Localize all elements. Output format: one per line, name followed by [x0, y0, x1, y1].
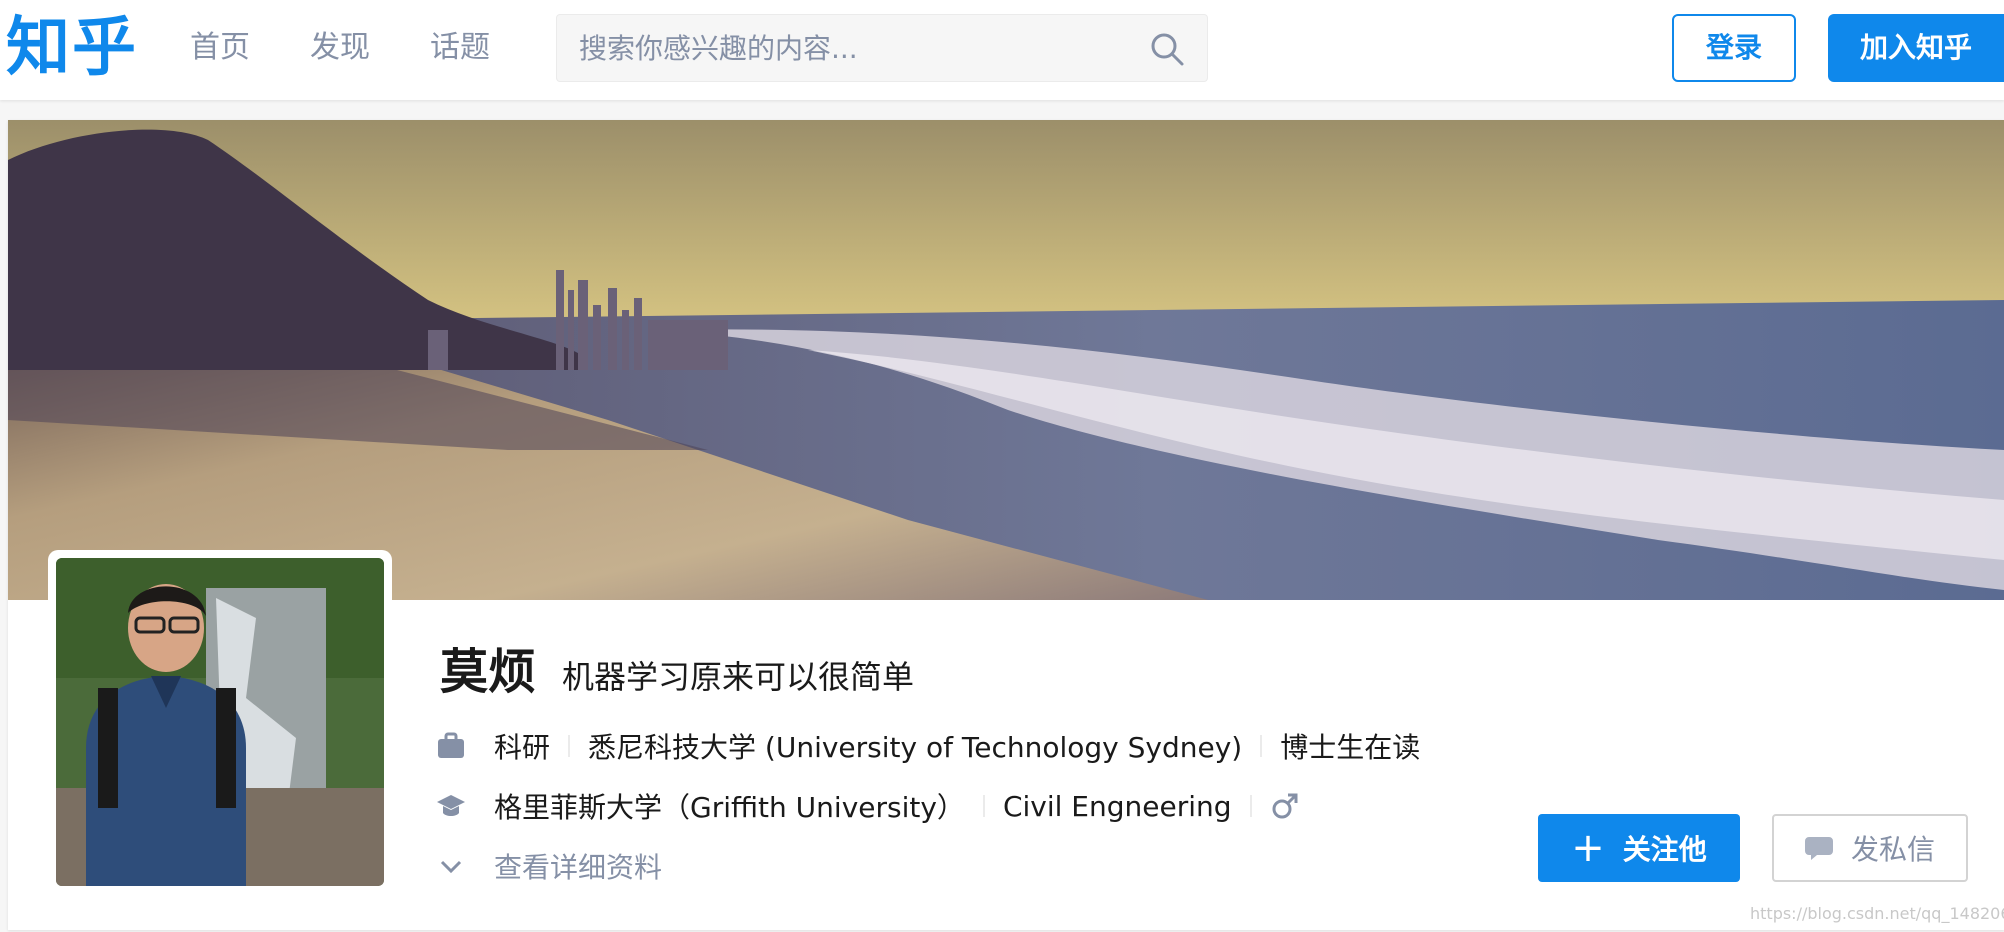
school-text: 格里菲斯大学（Griffith University） [494, 791, 965, 824]
user-name: 莫烦 [440, 644, 537, 700]
divider [1249, 795, 1252, 817]
search-input[interactable] [579, 25, 1139, 71]
briefcase-icon [438, 732, 464, 758]
company-text: 悉尼科技大学 (University of Technology Sydney) [588, 731, 1243, 764]
work-info: 科研 悉尼科技大学 (University of Technology Sydn… [436, 726, 1420, 766]
divider [568, 735, 571, 757]
male-icon [1272, 793, 1298, 819]
education-info: 格里菲斯大学（Griffith University） Civil Engnee… [436, 786, 1300, 826]
nav-item-topics[interactable]: 话题 [430, 28, 490, 68]
follow-button[interactable]: + 关注他 [1538, 814, 1740, 882]
view-details-label: 查看详细资料 [494, 851, 663, 884]
nav-item-explore[interactable]: 发现 [310, 28, 370, 68]
main-nav: 首页 发现 话题 [190, 28, 490, 68]
join-zhihu-button[interactable]: 加入知乎 [1828, 14, 2004, 82]
view-details-link[interactable]: 查看详细资料 [436, 846, 662, 886]
login-button[interactable]: 登录 [1672, 14, 1796, 82]
search-box [556, 14, 1208, 82]
divider [982, 795, 985, 817]
plus-icon: + [1571, 825, 1605, 871]
chevron-down-icon [440, 860, 462, 874]
industry-text: 科研 [494, 731, 551, 764]
top-header: 知乎 首页 发现 话题 登录 加入知乎 [0, 0, 2004, 100]
watermark-text: https://blog.csdn.net/qq_14820609 [1750, 904, 2004, 923]
zhihu-logo[interactable]: 知乎 [6, 10, 138, 86]
search-icon[interactable] [1149, 31, 1185, 67]
send-message-button[interactable]: 发私信 [1772, 814, 1968, 882]
follow-label: 关注他 [1622, 833, 1707, 866]
divider [1260, 735, 1263, 757]
graduation-cap-icon [437, 795, 465, 816]
major-text: Civil Engneering [1002, 789, 1232, 823]
nav-item-home[interactable]: 首页 [190, 28, 250, 68]
user-headline: 机器学习原来可以很简单 [562, 658, 915, 696]
cover-image [8, 120, 2004, 600]
send-message-label: 发私信 [1850, 833, 1935, 866]
chat-bubble-icon [1804, 837, 1833, 860]
position-text: 博士生在读 [1280, 731, 1421, 764]
profile-heading: 莫烦 机器学习原来可以很简单 [440, 632, 914, 702]
avatar[interactable] [48, 550, 392, 894]
